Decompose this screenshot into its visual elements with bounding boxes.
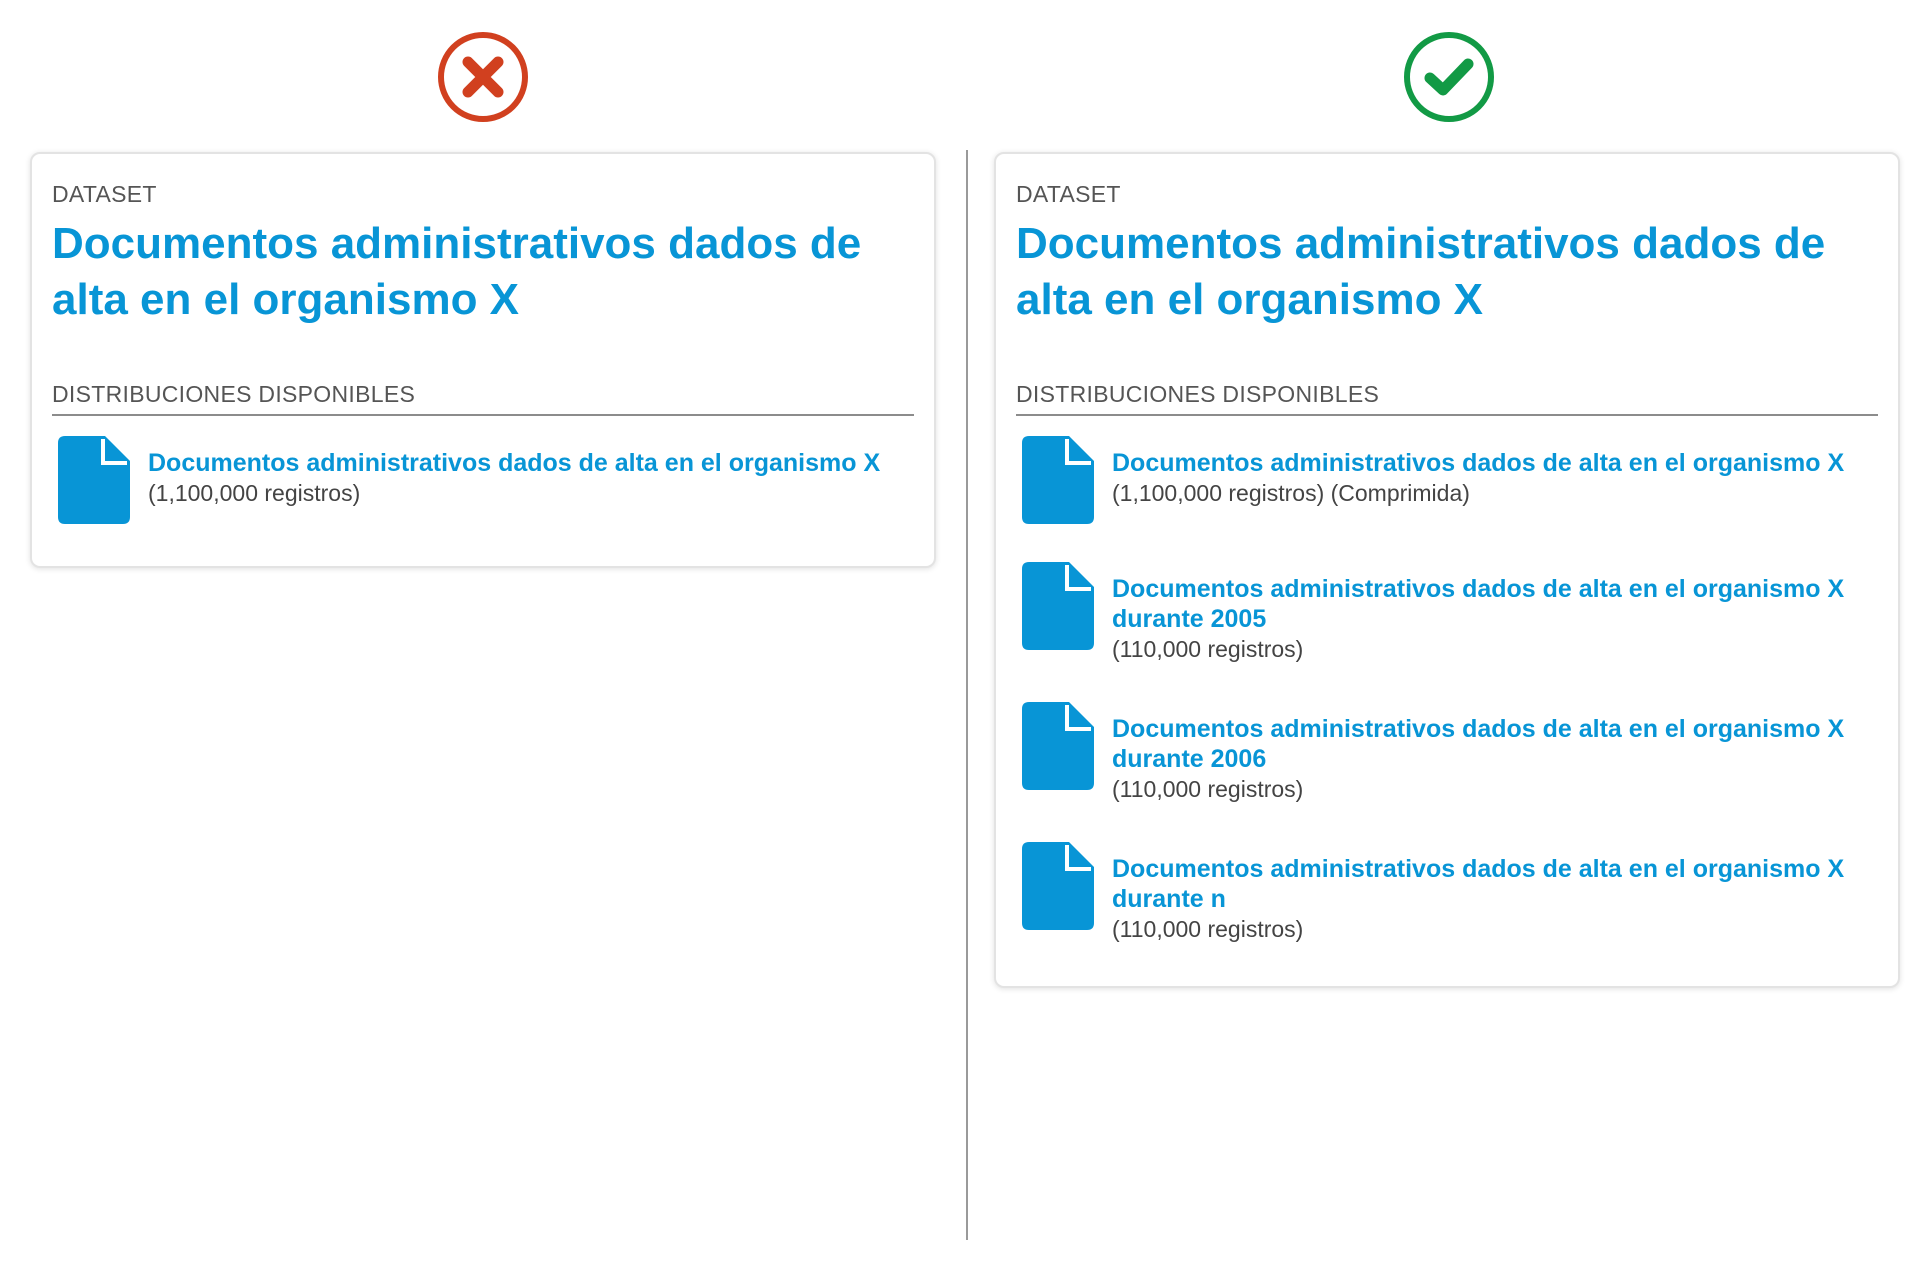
- dataset-card-correct: DATASET Documentos administrativos dados…: [994, 152, 1900, 988]
- file-icon: [1022, 436, 1094, 524]
- distribution-list: Documentos administrativos dados de alta…: [1016, 436, 1878, 944]
- file-icon: [1022, 702, 1094, 790]
- distribution-item: Documentos administrativos dados de alta…: [1016, 436, 1878, 524]
- distributions-section-label: DISTRIBUCIONES DISPONIBLES: [1016, 380, 1878, 416]
- file-icon: [1022, 842, 1094, 930]
- distribution-link[interactable]: Documentos administrativos dados de alta…: [1112, 854, 1878, 914]
- check-circle-icon: [1402, 30, 1496, 124]
- dataset-card-incorrect: DATASET Documentos administrativos dados…: [30, 152, 936, 568]
- distribution-item: Documentos administrativos dados de alta…: [1016, 842, 1878, 944]
- distribution-item: Documentos administrativos dados de alta…: [1016, 562, 1878, 664]
- distribution-item: Documentos administrativos dados de alta…: [1016, 702, 1878, 804]
- file-icon: [1022, 562, 1094, 650]
- distribution-record-count: (1,100,000 registros) (Comprimida): [1112, 480, 1470, 506]
- distribution-list: Documentos administrativos dados de alta…: [52, 436, 914, 524]
- dataset-title[interactable]: Documentos administrativos dados de alta…: [1016, 216, 1878, 328]
- distribution-record-count: (110,000 registros): [1112, 916, 1304, 942]
- x-circle-icon: [436, 30, 530, 124]
- distributions-section-label: DISTRIBUCIONES DISPONIBLES: [52, 380, 914, 416]
- distribution-link[interactable]: Documentos administrativos dados de alta…: [1112, 714, 1878, 774]
- distribution-record-count: (110,000 registros): [1112, 636, 1304, 662]
- dataset-kicker: DATASET: [1016, 181, 1121, 207]
- distribution-record-count: (1,100,000 registros): [148, 480, 361, 506]
- distribution-record-count: (110,000 registros): [1112, 776, 1304, 802]
- distribution-link[interactable]: Documentos administrativos dados de alta…: [1112, 574, 1878, 634]
- comparison-divider: [966, 150, 968, 1240]
- distribution-item: Documentos administrativos dados de alta…: [52, 436, 914, 524]
- distribution-link[interactable]: Documentos administrativos dados de alta…: [1112, 448, 1844, 478]
- distribution-link[interactable]: Documentos administrativos dados de alta…: [148, 448, 880, 478]
- dataset-title[interactable]: Documentos administrativos dados de alta…: [52, 216, 914, 328]
- dataset-kicker: DATASET: [52, 181, 157, 207]
- file-icon: [58, 436, 130, 524]
